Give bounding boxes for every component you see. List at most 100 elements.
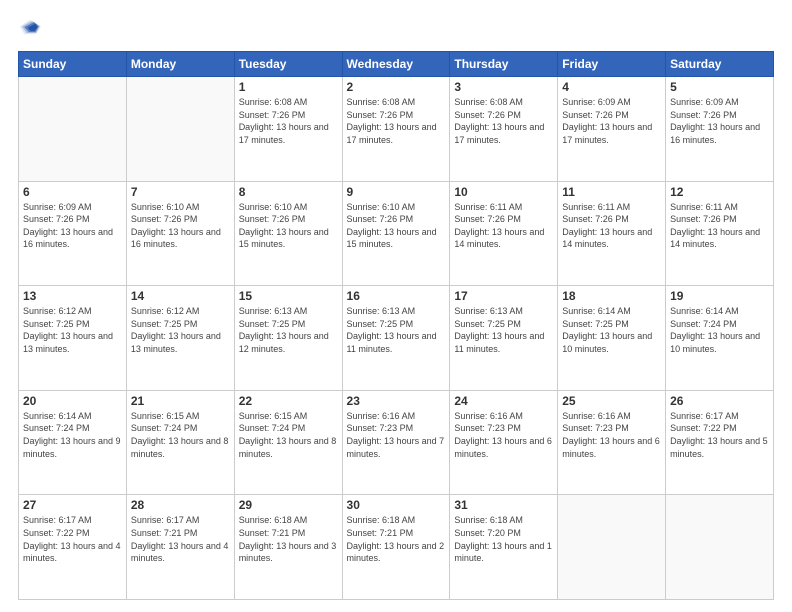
- day-number: 2: [347, 80, 446, 94]
- day-number: 23: [347, 394, 446, 408]
- calendar-cell: 14 Sunrise: 6:12 AM Sunset: 7:25 PM Dayli…: [126, 286, 234, 391]
- day-info: Sunrise: 6:14 AM Sunset: 7:25 PM Dayligh…: [562, 305, 661, 355]
- calendar-cell: [126, 77, 234, 182]
- day-number: 7: [131, 185, 230, 199]
- day-number: 15: [239, 289, 338, 303]
- day-number: 24: [454, 394, 553, 408]
- day-number: 19: [670, 289, 769, 303]
- day-info: Sunrise: 6:13 AM Sunset: 7:25 PM Dayligh…: [454, 305, 553, 355]
- calendar-cell: 1 Sunrise: 6:08 AM Sunset: 7:26 PM Daylig…: [234, 77, 342, 182]
- calendar-cell: 31 Sunrise: 6:18 AM Sunset: 7:20 PM Dayli…: [450, 495, 558, 600]
- day-number: 5: [670, 80, 769, 94]
- day-info: Sunrise: 6:17 AM Sunset: 7:21 PM Dayligh…: [131, 514, 230, 564]
- day-number: 27: [23, 498, 122, 512]
- calendar-cell: 2 Sunrise: 6:08 AM Sunset: 7:26 PM Daylig…: [342, 77, 450, 182]
- calendar-cell: 13Sunrise: 6:12 AM Sunset: 7:25 PM Dayli…: [19, 286, 127, 391]
- day-number: 30: [347, 498, 446, 512]
- day-number: 18: [562, 289, 661, 303]
- weekday-header-row: SundayMondayTuesdayWednesdayThursdayFrid…: [19, 52, 774, 77]
- calendar-week-row: 20 Sunrise: 6:14 AM Sunset: 7:24 PM Dayli…: [19, 390, 774, 495]
- calendar-cell: 6 Sunrise: 6:09 AM Sunset: 7:26 PM Daylig…: [19, 181, 127, 286]
- day-info: Sunrise: 6:08 AM Sunset: 7:26 PM Dayligh…: [239, 96, 338, 146]
- calendar-cell: 26 Sunrise: 6:17 AM Sunset: 7:22 PM Dayli…: [666, 390, 774, 495]
- calendar-cell: 19 Sunrise: 6:14 AM Sunset: 7:24 PM Dayli…: [666, 286, 774, 391]
- calendar-cell: 29Sunrise: 6:18 AM Sunset: 7:21 PM Dayli…: [234, 495, 342, 600]
- weekday-header-tuesday: Tuesday: [234, 52, 342, 77]
- day-info: Sunrise: 6:11 AM Sunset: 7:26 PM Dayligh…: [562, 201, 661, 251]
- day-info: Sunrise: 6:18 AM Sunset: 7:20 PM Dayligh…: [454, 514, 553, 564]
- day-number: 14: [131, 289, 230, 303]
- day-number: 4: [562, 80, 661, 94]
- calendar-cell: [558, 495, 666, 600]
- day-info: Sunrise: 6:16 AM Sunset: 7:23 PM Dayligh…: [454, 410, 553, 460]
- day-info: Sunrise: 6:14 AM Sunset: 7:24 PM Dayligh…: [23, 410, 122, 460]
- calendar-cell: [666, 495, 774, 600]
- day-info: Sunrise: 6:17 AM Sunset: 7:22 PM Dayligh…: [23, 514, 122, 564]
- day-number: 28: [131, 498, 230, 512]
- calendar-cell: 20 Sunrise: 6:14 AM Sunset: 7:24 PM Dayli…: [19, 390, 127, 495]
- day-number: 17: [454, 289, 553, 303]
- day-info: Sunrise: 6:14 AM Sunset: 7:24 PM Dayligh…: [670, 305, 769, 355]
- calendar-cell: 8 Sunrise: 6:10 AM Sunset: 7:26 PM Daylig…: [234, 181, 342, 286]
- calendar-cell: 15 Sunrise: 6:13 AM Sunset: 7:25 PM Dayli…: [234, 286, 342, 391]
- day-number: 22: [239, 394, 338, 408]
- day-info: Sunrise: 6:18 AM Sunset: 7:21 PM Dayligh…: [347, 514, 446, 564]
- calendar-cell: 7 Sunrise: 6:10 AM Sunset: 7:26 PM Daylig…: [126, 181, 234, 286]
- weekday-header-friday: Friday: [558, 52, 666, 77]
- day-number: 9: [347, 185, 446, 199]
- day-info: Sunrise: 6:08 AM Sunset: 7:26 PM Dayligh…: [347, 96, 446, 146]
- calendar-week-row: 27 Sunrise: 6:17 AM Sunset: 7:22 PM Dayli…: [19, 495, 774, 600]
- calendar-week-row: 1 Sunrise: 6:08 AM Sunset: 7:26 PM Daylig…: [19, 77, 774, 182]
- calendar-cell: 11 Sunrise: 6:11 AM Sunset: 7:26 PM Dayli…: [558, 181, 666, 286]
- day-number: 10: [454, 185, 553, 199]
- logo: [18, 16, 44, 43]
- day-number: 11: [562, 185, 661, 199]
- day-info: Sunrise: 6:08 AM Sunset: 7:26 PM Dayligh…: [454, 96, 553, 146]
- day-number: 13: [23, 289, 122, 303]
- calendar-cell: 23 Sunrise: 6:16 AM Sunset: 7:23 PM Dayli…: [342, 390, 450, 495]
- calendar-cell: 22 Sunrise: 6:15 AM Sunset: 7:24 PM Dayli…: [234, 390, 342, 495]
- day-number: 21: [131, 394, 230, 408]
- day-info: Sunrise: 6:15 AM Sunset: 7:24 PM Dayligh…: [131, 410, 230, 460]
- day-number: 12: [670, 185, 769, 199]
- calendar-week-row: 6 Sunrise: 6:09 AM Sunset: 7:26 PM Daylig…: [19, 181, 774, 286]
- day-info: Sunrise: 6:13 AM Sunset: 7:25 PM Dayligh…: [239, 305, 338, 355]
- calendar-cell: 28 Sunrise: 6:17 AM Sunset: 7:21 PM Dayli…: [126, 495, 234, 600]
- day-info: Sunrise: 6:11 AM Sunset: 7:26 PM Dayligh…: [670, 201, 769, 251]
- day-number: 26: [670, 394, 769, 408]
- day-info: Sunrise: 6:15 AM Sunset: 7:24 PM Dayligh…: [239, 410, 338, 460]
- calendar-cell: 9 Sunrise: 6:10 AM Sunset: 7:26 PM Daylig…: [342, 181, 450, 286]
- day-info: Sunrise: 6:09 AM Sunset: 7:26 PM Dayligh…: [23, 201, 122, 251]
- day-number: 1: [239, 80, 338, 94]
- day-number: 31: [454, 498, 553, 512]
- day-number: 25: [562, 394, 661, 408]
- calendar-cell: 5Sunrise: 6:09 AM Sunset: 7:26 PM Daylig…: [666, 77, 774, 182]
- day-number: 8: [239, 185, 338, 199]
- calendar-cell: [19, 77, 127, 182]
- weekday-header-wednesday: Wednesday: [342, 52, 450, 77]
- calendar-cell: 17 Sunrise: 6:13 AM Sunset: 7:25 PM Dayli…: [450, 286, 558, 391]
- day-info: Sunrise: 6:16 AM Sunset: 7:23 PM Dayligh…: [347, 410, 446, 460]
- calendar-cell: 4 Sunrise: 6:09 AM Sunset: 7:26 PM Daylig…: [558, 77, 666, 182]
- day-number: 16: [347, 289, 446, 303]
- weekday-header-thursday: Thursday: [450, 52, 558, 77]
- day-info: Sunrise: 6:10 AM Sunset: 7:26 PM Dayligh…: [131, 201, 230, 251]
- calendar-cell: 10 Sunrise: 6:11 AM Sunset: 7:26 PM Dayli…: [450, 181, 558, 286]
- day-info: Sunrise: 6:10 AM Sunset: 7:26 PM Dayligh…: [239, 201, 338, 251]
- day-info: Sunrise: 6:17 AM Sunset: 7:22 PM Dayligh…: [670, 410, 769, 460]
- day-info: Sunrise: 6:09 AM Sunset: 7:26 PM Dayligh…: [562, 96, 661, 146]
- calendar-cell: 12 Sunrise: 6:11 AM Sunset: 7:26 PM Dayli…: [666, 181, 774, 286]
- day-info: Sunrise: 6:12 AM Sunset: 7:25 PM Dayligh…: [131, 305, 230, 355]
- calendar-cell: 16 Sunrise: 6:13 AM Sunset: 7:25 PM Dayli…: [342, 286, 450, 391]
- logo-icon: [20, 16, 42, 38]
- weekday-header-monday: Monday: [126, 52, 234, 77]
- day-number: 20: [23, 394, 122, 408]
- calendar-cell: 3Sunrise: 6:08 AM Sunset: 7:26 PM Daylig…: [450, 77, 558, 182]
- day-info: Sunrise: 6:18 AM Sunset: 7:21 PM Dayligh…: [239, 514, 338, 564]
- day-info: Sunrise: 6:13 AM Sunset: 7:25 PM Dayligh…: [347, 305, 446, 355]
- weekday-header-saturday: Saturday: [666, 52, 774, 77]
- day-info: Sunrise: 6:11 AM Sunset: 7:26 PM Dayligh…: [454, 201, 553, 251]
- day-info: Sunrise: 6:10 AM Sunset: 7:26 PM Dayligh…: [347, 201, 446, 251]
- calendar-cell: 24 Sunrise: 6:16 AM Sunset: 7:23 PM Dayli…: [450, 390, 558, 495]
- day-number: 6: [23, 185, 122, 199]
